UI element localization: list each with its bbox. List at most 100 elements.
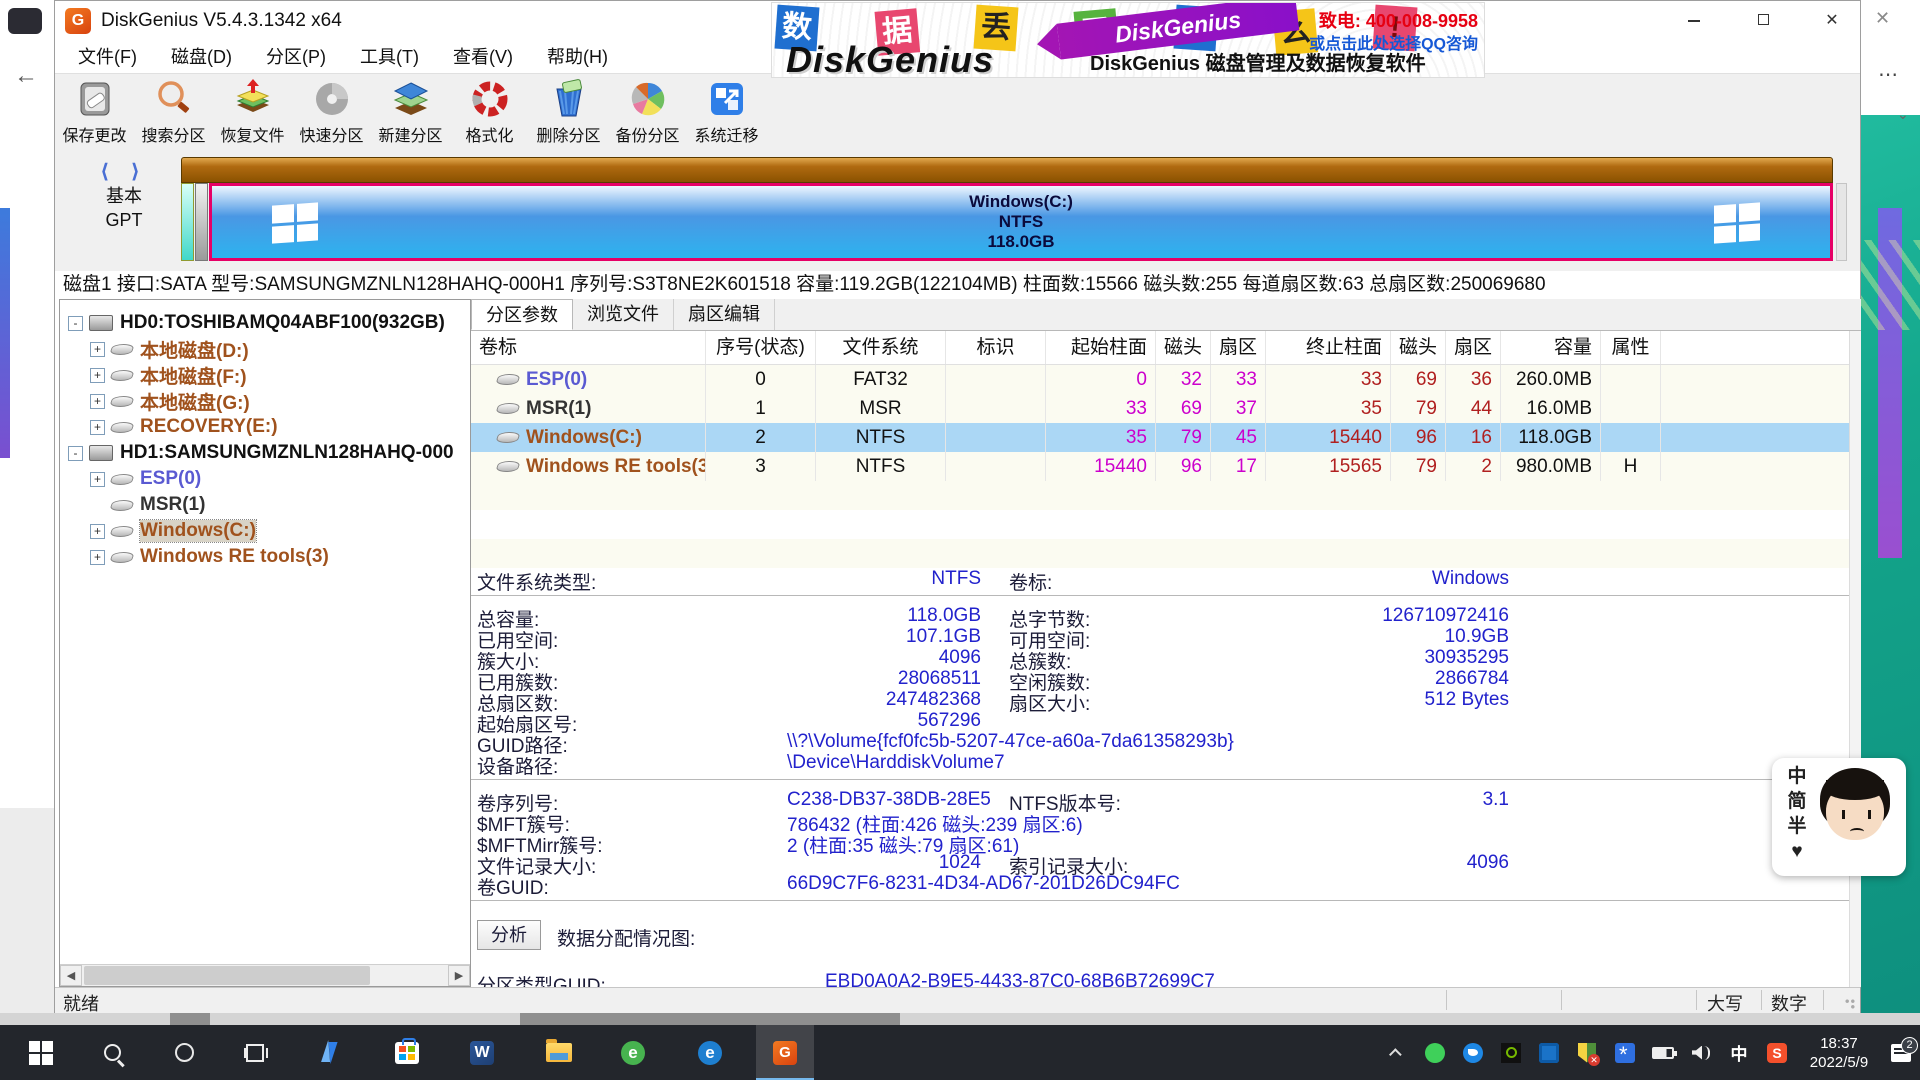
toolbar-quick-button[interactable]: 快速分区: [292, 74, 371, 153]
ime-mode-简[interactable]: 简: [1782, 789, 1812, 814]
tray-snowflake-icon[interactable]: [1606, 1043, 1644, 1063]
toolbar-format-button[interactable]: 格式化: [450, 74, 529, 153]
taskbar-ie-button[interactable]: e: [604, 1025, 662, 1080]
column-header-文件系统[interactable]: 文件系统: [816, 331, 946, 364]
toolbar-search-button[interactable]: 搜索分区: [134, 74, 213, 153]
minimize-button[interactable]: [1666, 1, 1722, 41]
taskbar-store-button[interactable]: [378, 1025, 436, 1080]
toolbar-delete-button[interactable]: 删除分区: [529, 74, 608, 153]
tray-notification-center[interactable]: 2: [1882, 1044, 1920, 1062]
tree-expander[interactable]: +: [90, 550, 105, 565]
heart-icon[interactable]: ♥: [1782, 839, 1812, 864]
scroll-thumb[interactable]: [84, 966, 370, 985]
column-header-磁头[interactable]: 磁头: [1156, 331, 1211, 364]
column-header-属性[interactable]: 属性: [1601, 331, 1661, 364]
tray-nvidia-icon[interactable]: [1492, 1043, 1530, 1063]
tree-item-Windows RE tools(3)[interactable]: +Windows RE tools(3): [60, 544, 470, 570]
background-close-icon[interactable]: ✕: [1875, 8, 1890, 29]
taskbar-search-button[interactable]: [83, 1025, 141, 1080]
toolbar-save-button[interactable]: 保存更改: [55, 74, 134, 153]
maximize-button[interactable]: [1735, 1, 1791, 41]
menu-item-分区(P)[interactable]: 分区(P): [249, 41, 343, 73]
taskbar-edge-button[interactable]: e: [681, 1025, 739, 1080]
vertical-scrollbar[interactable]: [1849, 331, 1861, 987]
column-header-卷标[interactable]: 卷标: [471, 331, 706, 364]
close-button[interactable]: ✕: [1804, 1, 1860, 41]
menu-item-磁盘(D)[interactable]: 磁盘(D): [154, 41, 249, 73]
tree-expander[interactable]: +: [90, 420, 105, 435]
tray-battery-icon[interactable]: [1644, 1047, 1682, 1059]
tree-item-本地磁盘(F:)[interactable]: +本地磁盘(F:): [60, 362, 470, 388]
tray-ime-indicator[interactable]: 中: [1720, 1040, 1758, 1065]
taskbar-cortana-button[interactable]: [155, 1025, 213, 1080]
toolbar-migrate-button[interactable]: 系统迁移: [687, 74, 766, 153]
column-header-扇区[interactable]: 扇区: [1211, 331, 1266, 364]
tray-volume-icon[interactable]: [1682, 1046, 1720, 1060]
menu-item-查看(V)[interactable]: 查看(V): [436, 41, 530, 73]
tree-item-ESP(0)[interactable]: +ESP(0): [60, 466, 470, 492]
tree-horizontal-scrollbar[interactable]: ◀ ▶: [60, 964, 470, 986]
table-row-Windows RE tools(3)[interactable]: Windows RE tools(3)3NTFS1544096171556579…: [471, 452, 1849, 481]
tray-sogou-icon[interactable]: S: [1758, 1043, 1796, 1063]
taskbar-flash-button[interactable]: [300, 1025, 358, 1080]
disk-nav-arrows[interactable]: ⟨ ⟩: [79, 159, 169, 184]
column-header-序号(状态)[interactable]: 序号(状态): [706, 331, 816, 364]
tree-item-MSR(1)[interactable]: MSR(1): [60, 492, 470, 518]
taskbar-explorer-button[interactable]: [530, 1025, 588, 1080]
table-row-ESP(0)[interactable]: ESP(0)0FAT3203233336936260.0MB: [471, 365, 1849, 394]
tray-intel-graphics-icon[interactable]: [1530, 1043, 1568, 1063]
tree-expander[interactable]: +: [90, 472, 105, 487]
taskbar-start-button[interactable]: [12, 1025, 70, 1080]
column-header-容量[interactable]: 容量: [1501, 331, 1601, 364]
column-header-磁头[interactable]: 磁头: [1391, 331, 1446, 364]
ime-mode-中[interactable]: 中: [1782, 764, 1812, 789]
tree-expander[interactable]: +: [90, 342, 105, 357]
tab-扇区编辑[interactable]: 扇区编辑: [674, 299, 775, 330]
partition-block-windows-c[interactable]: Windows(C:) NTFS 118.0GB: [209, 183, 1833, 261]
scroll-left-button[interactable]: ◀: [60, 965, 82, 986]
column-header-终止柱面[interactable]: 终止柱面: [1266, 331, 1391, 364]
tab-浏览文件[interactable]: 浏览文件: [573, 299, 674, 330]
partition-block-msr[interactable]: [195, 183, 208, 261]
column-header-起始柱面[interactable]: 起始柱面: [1046, 331, 1156, 364]
tree-expander[interactable]: +: [90, 394, 105, 409]
chevron-down-icon[interactable]: ⌄: [1897, 106, 1909, 123]
tree-item-Windows(C:)[interactable]: +Windows(C:): [60, 518, 470, 544]
back-arrow-icon[interactable]: ←: [14, 62, 38, 90]
taskbar-diskgenius-button[interactable]: G: [756, 1025, 814, 1080]
menu-item-帮助(H)[interactable]: 帮助(H): [530, 41, 625, 73]
menu-item-文件(F)[interactable]: 文件(F): [61, 41, 154, 73]
disk-bar-scrollbar[interactable]: [1836, 183, 1847, 261]
disk-header-strip[interactable]: [181, 157, 1833, 183]
tray-hidden-icons-chevron[interactable]: [1378, 1048, 1416, 1057]
analyze-button[interactable]: 分析: [477, 920, 541, 950]
toolbar-new-button[interactable]: 新建分区: [371, 74, 450, 153]
tree-item-HD0:TOSHIBAMQ04ABF100(932GB)[interactable]: -HD0:TOSHIBAMQ04ABF100(932GB): [60, 310, 470, 336]
more-options-icon[interactable]: ⋯: [1878, 62, 1899, 87]
tree-item-本地磁盘(D:)[interactable]: +本地磁盘(D:): [60, 336, 470, 362]
tree-expander[interactable]: +: [90, 524, 105, 539]
menu-item-工具(T)[interactable]: 工具(T): [343, 41, 436, 73]
taskbar-task-view-button[interactable]: [226, 1025, 284, 1080]
sogou-ime-widget[interactable]: 中简半♥: [1772, 758, 1906, 876]
tray-defender-icon[interactable]: ✕: [1568, 1043, 1606, 1063]
resize-grip[interactable]: [1843, 997, 1857, 1011]
tree-expander[interactable]: +: [90, 368, 105, 383]
tree-expander[interactable]: -: [68, 446, 83, 461]
table-row-MSR(1)[interactable]: MSR(1)1MSR33693735794416.0MB: [471, 394, 1849, 423]
ad-banner[interactable]: 数据丢了怎么! DiskGenius 致电: 400-008-9958 或点击此…: [772, 3, 1484, 77]
tree-item-HD1:SAMSUNGMZNLN128HAHQ-000[interactable]: -HD1:SAMSUNGMZNLN128HAHQ-000: [60, 440, 470, 466]
toolbar-backup-button[interactable]: 备份分区: [608, 74, 687, 153]
taskbar-word-button[interactable]: W: [453, 1025, 511, 1080]
partition-block-esp[interactable]: [181, 183, 194, 261]
tree-expander[interactable]: -: [68, 316, 83, 331]
tree-item-RECOVERY(E:)[interactable]: +RECOVERY(E:): [60, 414, 470, 440]
tray-wechat-icon[interactable]: [1416, 1043, 1454, 1063]
tray-dingtalk-icon[interactable]: [1454, 1043, 1492, 1063]
scroll-right-button[interactable]: ▶: [448, 965, 470, 986]
column-header-扇区[interactable]: 扇区: [1446, 331, 1501, 364]
tree-item-本地磁盘(G:)[interactable]: +本地磁盘(G:): [60, 388, 470, 414]
column-header-标识[interactable]: 标识: [946, 331, 1046, 364]
tab-分区参数[interactable]: 分区参数: [471, 299, 573, 330]
ime-mode-半[interactable]: 半: [1782, 814, 1812, 839]
